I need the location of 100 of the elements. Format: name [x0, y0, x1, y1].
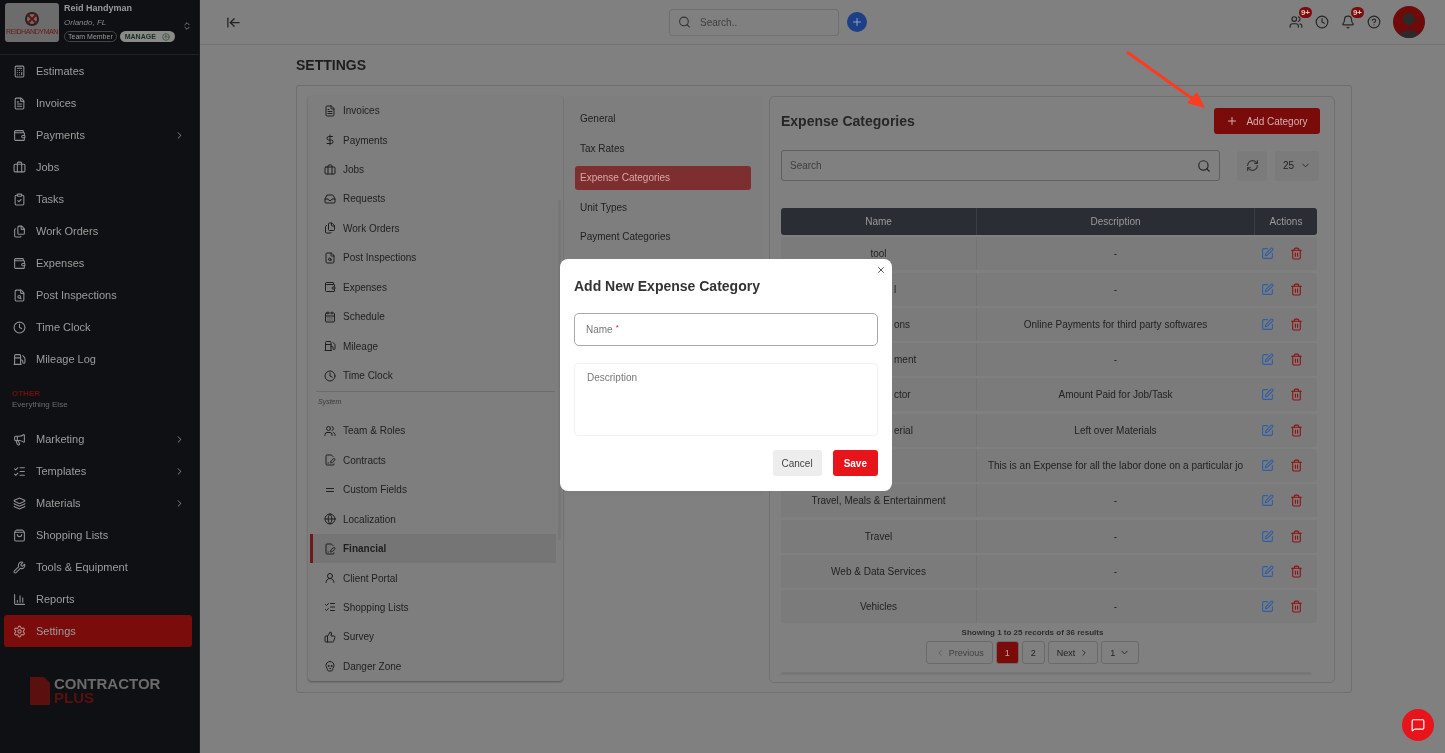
- page-button[interactable]: 2: [1021, 641, 1045, 665]
- settings-nav-item[interactable]: Post Inspections: [310, 243, 556, 273]
- search-icon: [1197, 158, 1211, 173]
- settings-nav-item[interactable]: Time Clock: [310, 360, 556, 391]
- settings-nav-item[interactable]: Mileage: [310, 331, 556, 361]
- fuel-icon: [13, 352, 26, 366]
- settings-nav-item[interactable]: Expenses: [310, 272, 556, 302]
- name-field[interactable]: Name *: [574, 313, 878, 346]
- settings-nav-item[interactable]: Financial: [310, 533, 556, 564]
- add-button[interactable]: [847, 12, 867, 32]
- settings-nav-item[interactable]: Payments: [310, 125, 556, 155]
- sidebar-item[interactable]: Expenses: [0, 247, 199, 279]
- edit-button[interactable]: [1261, 564, 1274, 578]
- cancel-button[interactable]: Cancel: [772, 450, 822, 476]
- delete-button[interactable]: [1290, 494, 1303, 508]
- sidebar-item[interactable]: Estimates: [0, 55, 199, 87]
- table-cell: ment: [894, 354, 917, 366]
- brand-name: CONTRACTOR: [54, 677, 161, 691]
- settings-nav-item[interactable]: Work Orders: [310, 213, 556, 244]
- description-field[interactable]: Description: [574, 363, 878, 436]
- sidebar-item[interactable]: Tasks: [0, 183, 199, 215]
- sidebar-item[interactable]: Reports: [0, 583, 199, 615]
- page-select[interactable]: 1: [1101, 641, 1140, 665]
- sidebar-item[interactable]: Post Inspections: [0, 279, 199, 311]
- settings-nav-item[interactable]: Shopping Lists: [310, 592, 556, 623]
- edit-button[interactable]: [1261, 600, 1274, 614]
- settings-nav-item[interactable]: Danger Zone: [310, 651, 556, 681]
- subnav-item[interactable]: Expense Categories: [575, 166, 751, 190]
- list-icon: [13, 464, 26, 478]
- help-icon: [1367, 15, 1381, 29]
- calendar-icon: [324, 310, 336, 323]
- table-cell: Travel: [864, 530, 893, 542]
- page-button[interactable]: 1: [995, 641, 1019, 665]
- search-field[interactable]: Search: [781, 150, 1220, 181]
- settings-nav-item[interactable]: Jobs: [310, 154, 556, 185]
- clock-icon: [324, 369, 336, 382]
- edit-button[interactable]: [1261, 317, 1274, 331]
- table-cell: -: [1113, 354, 1118, 366]
- edit-button[interactable]: [1261, 494, 1274, 508]
- settings-nav-item[interactable]: Schedule: [310, 301, 556, 332]
- edit-button[interactable]: [1261, 423, 1274, 437]
- add-category-button[interactable]: Add Category: [1214, 108, 1320, 134]
- sidebar-item[interactable]: Invoices: [0, 87, 199, 119]
- edit-button[interactable]: [1261, 247, 1274, 261]
- sidebar-item[interactable]: Materials: [0, 487, 199, 519]
- edit-button[interactable]: [1261, 282, 1274, 296]
- table-cell: -: [1113, 530, 1118, 542]
- delete-button[interactable]: [1290, 317, 1303, 331]
- edit-button[interactable]: [1261, 459, 1274, 473]
- delete-button[interactable]: [1290, 564, 1303, 578]
- settings-nav-item[interactable]: Survey: [310, 622, 556, 652]
- sidebar-item[interactable]: Shopping Lists: [0, 519, 199, 551]
- settings-nav-item[interactable]: Contracts: [310, 445, 556, 476]
- edit-button[interactable]: [1261, 353, 1274, 367]
- delete-button[interactable]: [1290, 388, 1303, 402]
- sidebar-item[interactable]: Templates: [0, 455, 199, 487]
- sidebar-item[interactable]: Mileage Log: [0, 343, 199, 375]
- fuel-icon: [324, 340, 336, 353]
- sidebar-item[interactable]: Work Orders: [0, 215, 199, 247]
- delete-button[interactable]: [1290, 353, 1303, 367]
- tray-icon: [324, 192, 336, 205]
- subnav-item[interactable]: Unit Types: [575, 192, 751, 222]
- settings-nav-item[interactable]: Custom Fields: [310, 475, 556, 505]
- delete-button[interactable]: [1290, 459, 1303, 473]
- results-summary: Showing 1 to 25 records of 36 results: [961, 628, 1104, 638]
- chat-button[interactable]: [1402, 709, 1434, 741]
- sidebar-item[interactable]: Payments: [0, 119, 199, 151]
- subnav-item[interactable]: Tax Rates: [575, 133, 751, 163]
- modal-title: Add New Expense Category: [574, 278, 761, 294]
- clipboard-icon: [13, 192, 26, 206]
- settings-nav-item[interactable]: Team & Roles: [310, 416, 556, 446]
- globe-icon: [324, 513, 336, 526]
- refresh-button[interactable]: [1237, 150, 1267, 181]
- delete-button[interactable]: [1290, 282, 1303, 296]
- subnav-item[interactable]: General: [575, 104, 751, 134]
- delete-button[interactable]: [1290, 247, 1303, 261]
- close-button[interactable]: [876, 265, 886, 275]
- settings-nav-item[interactable]: Invoices: [310, 96, 556, 126]
- subnav-item[interactable]: Payment Categories: [575, 222, 751, 252]
- sidebar-item[interactable]: Time Clock: [0, 311, 199, 343]
- bag-icon: [13, 528, 26, 542]
- settings-nav-item[interactable]: Requests: [310, 184, 556, 214]
- sidebar-item[interactable]: Jobs: [0, 151, 199, 183]
- plus-icon: [851, 16, 863, 28]
- edit-button[interactable]: [1261, 388, 1274, 402]
- edit-button[interactable]: [1261, 529, 1274, 543]
- search-field[interactable]: Search..: [669, 8, 839, 36]
- next-button[interactable]: Next: [1047, 641, 1099, 665]
- sidebar-item[interactable]: Tools & Equipment: [0, 551, 199, 583]
- settings-nav-item[interactable]: Client Portal: [310, 563, 556, 593]
- settings-nav-item[interactable]: Localization: [310, 504, 556, 534]
- delete-button[interactable]: [1290, 423, 1303, 437]
- sidebar-item[interactable]: Marketing: [0, 423, 199, 455]
- delete-button[interactable]: [1290, 600, 1303, 614]
- page-size-select[interactable]: 25: [1275, 150, 1319, 181]
- user-avatar[interactable]: [1393, 6, 1425, 38]
- delete-button[interactable]: [1290, 529, 1303, 543]
- sidebar-item[interactable]: Settings: [4, 615, 192, 647]
- save-button[interactable]: Save: [832, 450, 878, 476]
- layers-icon: [13, 496, 26, 510]
